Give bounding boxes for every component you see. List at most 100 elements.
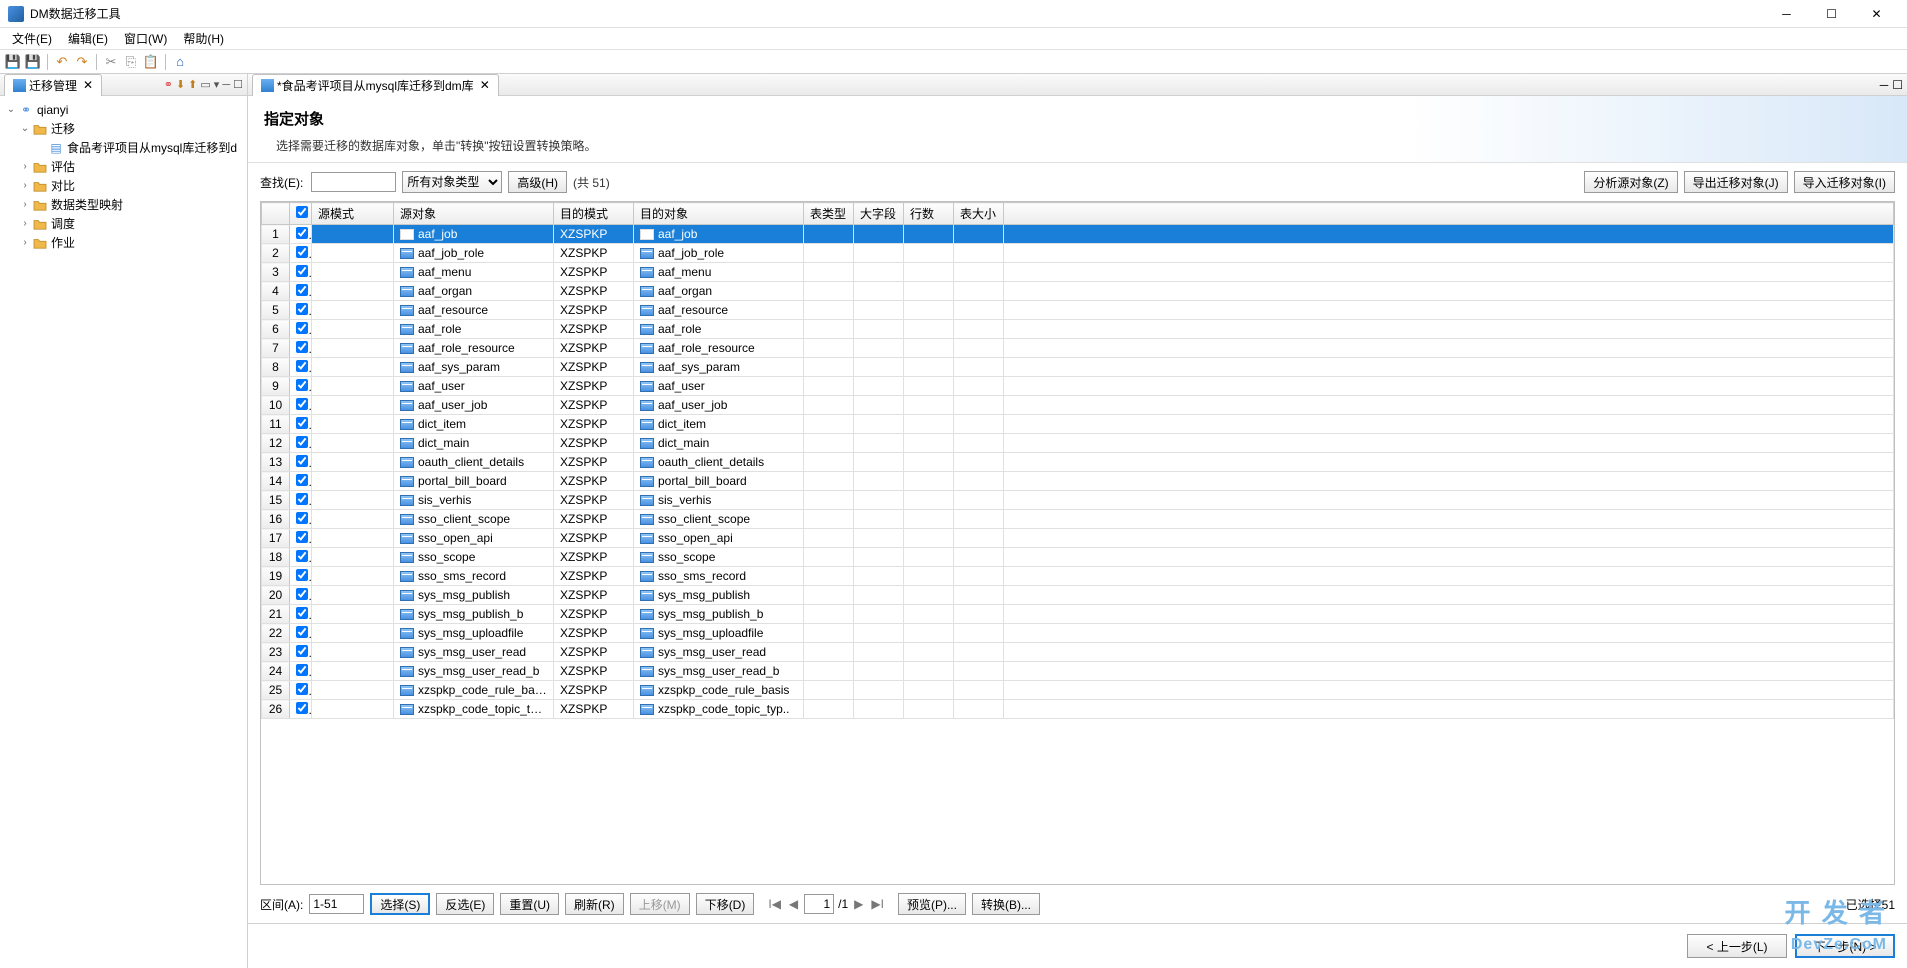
- table-row[interactable]: 17 sso_open_api XZSPKP sso_open_api: [262, 529, 1894, 548]
- close-icon[interactable]: ✕: [83, 78, 93, 92]
- export-icon[interactable]: ⬆: [188, 78, 197, 91]
- row-checkbox[interactable]: [296, 664, 308, 676]
- paste-icon[interactable]: 📋: [142, 53, 160, 71]
- row-checkbox[interactable]: [296, 436, 308, 448]
- column-header[interactable]: [1004, 203, 1894, 225]
- movedown-button[interactable]: 下移(D): [696, 893, 755, 915]
- table-row[interactable]: 12 dict_main XZSPKP dict_main: [262, 434, 1894, 453]
- expand-icon[interactable]: ›: [18, 237, 32, 248]
- column-header[interactable]: 目的模式: [554, 203, 634, 225]
- tree-folder[interactable]: ⌄迁移: [0, 119, 247, 138]
- row-checkbox[interactable]: [296, 227, 308, 239]
- tree-folder[interactable]: ›评估: [0, 157, 247, 176]
- table-row[interactable]: 23 sys_msg_user_read XZSPKP sys_msg_user…: [262, 643, 1894, 662]
- table-row[interactable]: 25 xzspkp_code_rule_basis XZSPKP xzspkp_…: [262, 681, 1894, 700]
- row-checkbox[interactable]: [296, 493, 308, 505]
- maximize-button[interactable]: ☐: [1809, 0, 1854, 28]
- row-checkbox[interactable]: [296, 683, 308, 695]
- row-checkbox[interactable]: [296, 645, 308, 657]
- last-page-icon[interactable]: ▶I: [869, 897, 886, 911]
- moveup-button[interactable]: 上移(M): [630, 893, 690, 915]
- column-header[interactable]: [290, 203, 312, 225]
- select-all-checkbox[interactable]: [296, 206, 308, 218]
- table-row[interactable]: 24 sys_msg_user_read_b XZSPKP sys_msg_us…: [262, 662, 1894, 681]
- redo-icon[interactable]: ↷: [73, 53, 91, 71]
- table-row[interactable]: 1 aaf_job XZSPKP aaf_job: [262, 225, 1894, 244]
- table-row[interactable]: 26 xzspkp_code_topic_typ.. XZSPKP xzspkp…: [262, 700, 1894, 719]
- row-checkbox[interactable]: [296, 265, 308, 277]
- table-row[interactable]: 15 sis_verhis XZSPKP sis_verhis: [262, 491, 1894, 510]
- back-button[interactable]: < 上一步(L): [1687, 934, 1787, 958]
- analyze-button[interactable]: 分析源对象(Z): [1584, 171, 1677, 193]
- table-row[interactable]: 20 sys_msg_publish XZSPKP sys_msg_publis…: [262, 586, 1894, 605]
- preview-button[interactable]: 预览(P)...: [898, 893, 966, 915]
- row-checkbox[interactable]: [296, 569, 308, 581]
- table-row[interactable]: 16 sso_client_scope XZSPKP sso_client_sc…: [262, 510, 1894, 529]
- maximize-pane-icon[interactable]: ☐: [233, 78, 243, 91]
- expand-icon[interactable]: ⌄: [4, 104, 18, 115]
- row-checkbox[interactable]: [296, 626, 308, 638]
- column-header[interactable]: 目的对象: [634, 203, 804, 225]
- import-button[interactable]: 导入迁移对象(I): [1794, 171, 1895, 193]
- table-row[interactable]: 22 sys_msg_uploadfile XZSPKP sys_msg_upl…: [262, 624, 1894, 643]
- convert-button[interactable]: 转换(B)...: [972, 893, 1040, 915]
- row-checkbox[interactable]: [296, 379, 308, 391]
- refresh-button[interactable]: 刷新(R): [565, 893, 624, 915]
- expand-icon[interactable]: ›: [18, 161, 32, 172]
- row-checkbox[interactable]: [296, 474, 308, 486]
- invert-button[interactable]: 反选(E): [436, 893, 494, 915]
- first-page-icon[interactable]: I◀: [766, 897, 783, 911]
- expand-icon[interactable]: ›: [18, 218, 32, 229]
- table-row[interactable]: 7 aaf_role_resource XZSPKP aaf_role_reso…: [262, 339, 1894, 358]
- link-icon[interactable]: ⚭: [164, 78, 173, 91]
- column-header[interactable]: 行数: [904, 203, 954, 225]
- close-icon[interactable]: ✕: [480, 78, 490, 92]
- tree-item[interactable]: ▤食品考评项目从mysql库迁移到d: [0, 138, 247, 157]
- range-input[interactable]: [309, 894, 364, 914]
- row-checkbox[interactable]: [296, 246, 308, 258]
- column-header[interactable]: 源对象: [394, 203, 554, 225]
- row-checkbox[interactable]: [296, 455, 308, 467]
- minimize-pane-icon[interactable]: ─: [222, 79, 230, 91]
- row-checkbox[interactable]: [296, 341, 308, 353]
- prev-page-icon[interactable]: ◀: [787, 897, 800, 911]
- minimize-pane-icon[interactable]: ─: [1880, 78, 1889, 92]
- copy-icon[interactable]: ⎘: [122, 53, 140, 71]
- editor-tab[interactable]: *食品考评项目从mysql库迁移到dm库 ✕: [252, 74, 499, 96]
- tree-folder[interactable]: ›数据类型映射: [0, 195, 247, 214]
- column-header[interactable]: 源模式: [312, 203, 394, 225]
- column-header[interactable]: 大字段: [854, 203, 904, 225]
- tree-folder[interactable]: ›作业: [0, 233, 247, 252]
- row-checkbox[interactable]: [296, 360, 308, 372]
- tree-folder[interactable]: ›对比: [0, 176, 247, 195]
- next-button[interactable]: 下一步(N) >: [1795, 934, 1895, 958]
- menu-file[interactable]: 文件(E): [4, 28, 60, 49]
- advanced-button[interactable]: 高级(H): [508, 171, 567, 193]
- page-input[interactable]: [804, 894, 834, 914]
- maximize-pane-icon[interactable]: ☐: [1892, 78, 1903, 92]
- import-icon[interactable]: ⬇: [176, 78, 185, 91]
- row-checkbox[interactable]: [296, 284, 308, 296]
- row-checkbox[interactable]: [296, 531, 308, 543]
- table-row[interactable]: 10 aaf_user_job XZSPKP aaf_user_job: [262, 396, 1894, 415]
- expand-icon[interactable]: ›: [18, 199, 32, 210]
- row-checkbox[interactable]: [296, 607, 308, 619]
- expand-icon[interactable]: ⌄: [18, 123, 32, 134]
- menu-window[interactable]: 窗口(W): [116, 28, 175, 49]
- minimize-button[interactable]: ─: [1764, 0, 1809, 28]
- column-header[interactable]: [262, 203, 290, 225]
- export-button[interactable]: 导出迁移对象(J): [1684, 171, 1788, 193]
- table-row[interactable]: 11 dict_item XZSPKP dict_item: [262, 415, 1894, 434]
- row-checkbox[interactable]: [296, 512, 308, 524]
- type-select[interactable]: 所有对象类型: [402, 171, 502, 193]
- tree-folder[interactable]: ›调度: [0, 214, 247, 233]
- row-checkbox[interactable]: [296, 322, 308, 334]
- row-checkbox[interactable]: [296, 702, 308, 714]
- table-row[interactable]: 4 aaf_organ XZSPKP aaf_organ: [262, 282, 1894, 301]
- undo-icon[interactable]: ↶: [53, 53, 71, 71]
- table-row[interactable]: 5 aaf_resource XZSPKP aaf_resource: [262, 301, 1894, 320]
- cut-icon[interactable]: ✂: [102, 53, 120, 71]
- close-button[interactable]: ✕: [1854, 0, 1899, 28]
- table-row[interactable]: 2 aaf_job_role XZSPKP aaf_job_role: [262, 244, 1894, 263]
- reset-button[interactable]: 重置(U): [500, 893, 559, 915]
